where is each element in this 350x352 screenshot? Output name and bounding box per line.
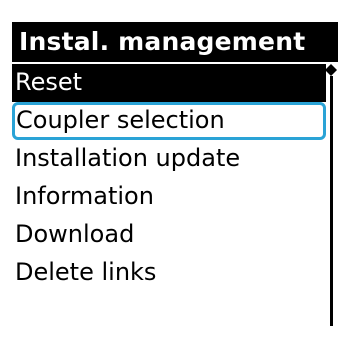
scrollbar-track: [330, 76, 333, 326]
menu-item-information[interactable]: Information: [12, 178, 326, 216]
scrollbar[interactable]: [324, 64, 338, 326]
menu-item-coupler-selection[interactable]: Coupler selection: [12, 102, 326, 140]
menu-list: Reset Coupler selection Installation upd…: [12, 62, 338, 352]
menu-item-delete-links[interactable]: Delete links: [12, 254, 326, 292]
menu-title: Instal. management: [12, 22, 338, 62]
device-screen: Instal. management Reset Coupler selecti…: [0, 0, 350, 352]
menu-item-installation-update[interactable]: Installation update: [12, 140, 326, 178]
menu-item-download[interactable]: Download: [12, 216, 326, 254]
menu-item-reset[interactable]: Reset: [12, 64, 326, 102]
diamond-icon[interactable]: [325, 64, 337, 76]
